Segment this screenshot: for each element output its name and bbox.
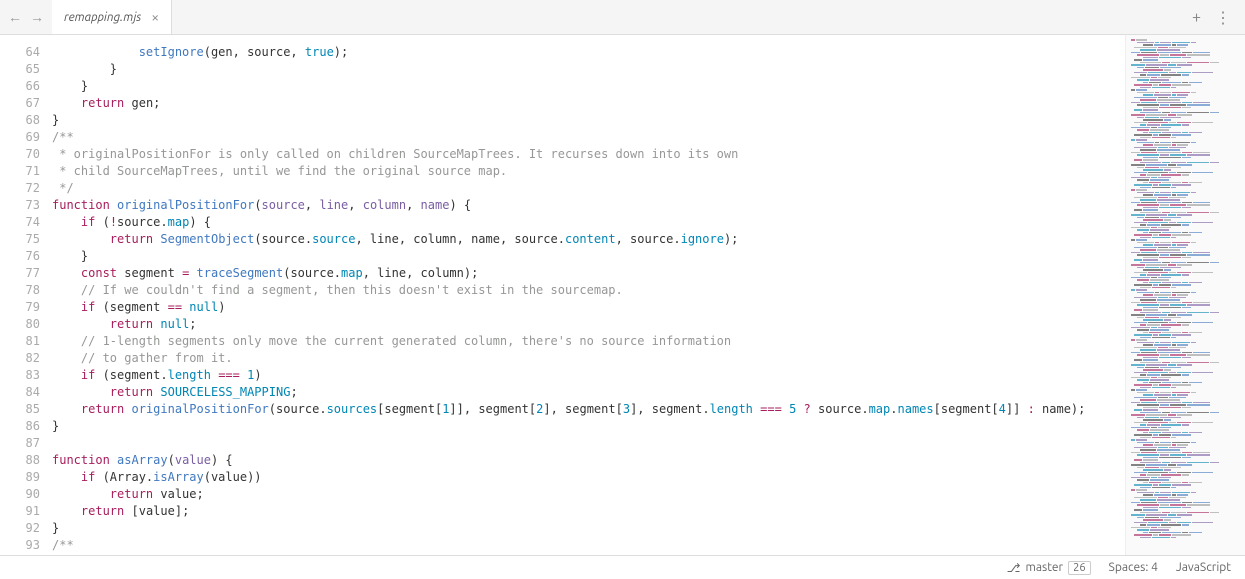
- tab-remapping[interactable]: remapping.mjs ×: [52, 0, 172, 34]
- add-tab-icon[interactable]: +: [1192, 8, 1201, 26]
- tabbar-actions: + ⋮: [1178, 0, 1245, 34]
- tab-bar: ← → remapping.mjs × + ⋮: [0, 0, 1245, 35]
- forward-icon[interactable]: →: [30, 9, 44, 25]
- nav-arrows: ← →: [0, 0, 52, 34]
- minimap[interactable]: [1125, 35, 1245, 555]
- tab-label: remapping.mjs: [64, 11, 141, 24]
- branch-count-badge: 26: [1068, 561, 1090, 575]
- back-icon[interactable]: ←: [8, 9, 22, 25]
- branch-indicator[interactable]: ⎇ master 26: [1007, 561, 1091, 575]
- line-gutter: 6465666768697071727374757677787980818283…: [0, 35, 52, 555]
- more-icon[interactable]: ⋮: [1215, 8, 1231, 27]
- status-bar: ⎇ master 26 Spaces: 4 JavaScript: [0, 555, 1245, 579]
- branch-name: master: [1026, 561, 1064, 574]
- code-area[interactable]: setIgnore(gen, source, true); } } return…: [52, 35, 1125, 555]
- language-indicator[interactable]: JavaScript: [1176, 561, 1231, 574]
- spaces-indicator[interactable]: Spaces: 4: [1109, 561, 1158, 574]
- editor: 6465666768697071727374757677787980818283…: [0, 35, 1245, 555]
- close-icon[interactable]: ×: [151, 9, 159, 25]
- branch-icon: ⎇: [1007, 561, 1021, 575]
